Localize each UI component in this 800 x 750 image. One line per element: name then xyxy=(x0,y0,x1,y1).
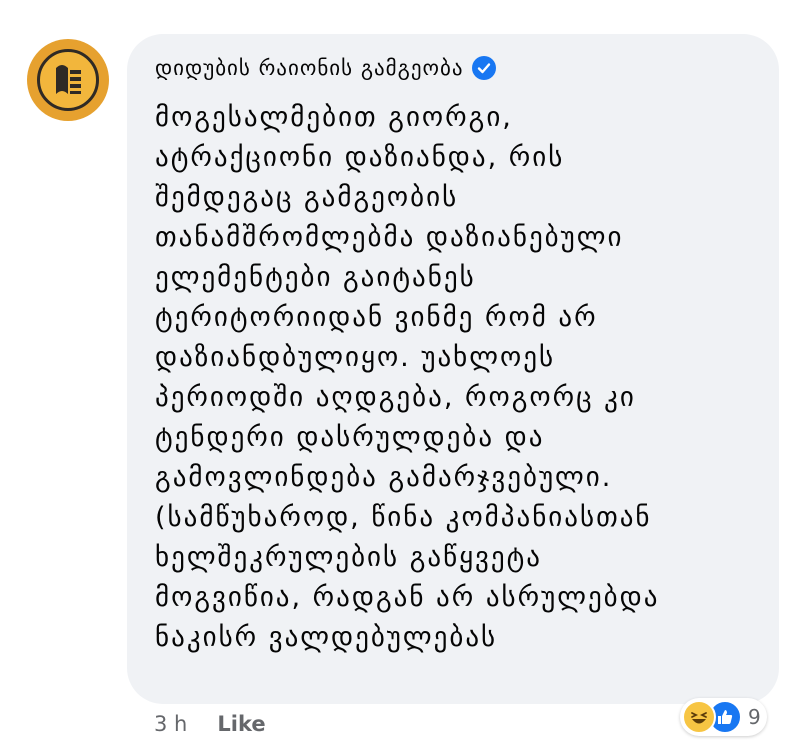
comment-bubble: დიდუბის რაიონის გამგეობა მოგესალმებით გი… xyxy=(127,34,779,704)
comment-footer: 3 h Like xyxy=(154,712,266,736)
comment-header: დიდუბის რაიონის გამგეობა xyxy=(155,56,496,80)
comment-line: ელემენტები გაიტანეს xyxy=(155,262,476,293)
organization-logo-icon xyxy=(37,49,99,111)
comment-line: მოგესალმებით გიორგი, xyxy=(155,102,513,133)
comment-line: მოგვიწია, რადგან არ ასრულებდა xyxy=(155,582,660,613)
comment-line: დაზიანდბულიყო. უახლოეს xyxy=(155,342,556,373)
comment-text: მოგესალმებით გიორგი, ატრაქციონი დაზიანდა… xyxy=(155,98,759,658)
comment-line: თანამშრომლებმა დაზიანებული xyxy=(155,222,624,253)
avatar[interactable] xyxy=(27,39,109,121)
comment-line: შემდეგაც გამგეობის xyxy=(155,182,459,213)
reactions-summary[interactable]: 9 xyxy=(680,698,767,736)
comment-line: გამოვლინდება გამარჯვებული. xyxy=(155,462,613,493)
verified-badge-icon xyxy=(471,56,496,80)
comment-line: ტერიტორიიდან ვინმე რომ არ xyxy=(155,302,598,333)
comment-line: პერიოდში აღდგება, როგორც კი xyxy=(155,382,636,413)
reaction-count: 9 xyxy=(748,705,761,729)
comment-author-name[interactable]: დიდუბის რაიონის გამგეობა xyxy=(155,56,464,80)
haha-reaction-icon xyxy=(682,700,716,734)
comment-timestamp[interactable]: 3 h xyxy=(154,712,187,736)
comment-line: ატრაქციონი დაზიანდა, რის xyxy=(155,142,565,173)
comment-line: ხელშეკრულების გაწყვეტა xyxy=(155,542,542,573)
comment-line: (სამწუხაროდ, წინა კომპანიასთან xyxy=(155,502,652,533)
comment-line: ნაკისრ ვალდებულებას xyxy=(155,622,498,653)
like-button[interactable]: Like xyxy=(217,712,265,736)
comment-line: ტენდერი დასრულდება და xyxy=(155,422,545,453)
